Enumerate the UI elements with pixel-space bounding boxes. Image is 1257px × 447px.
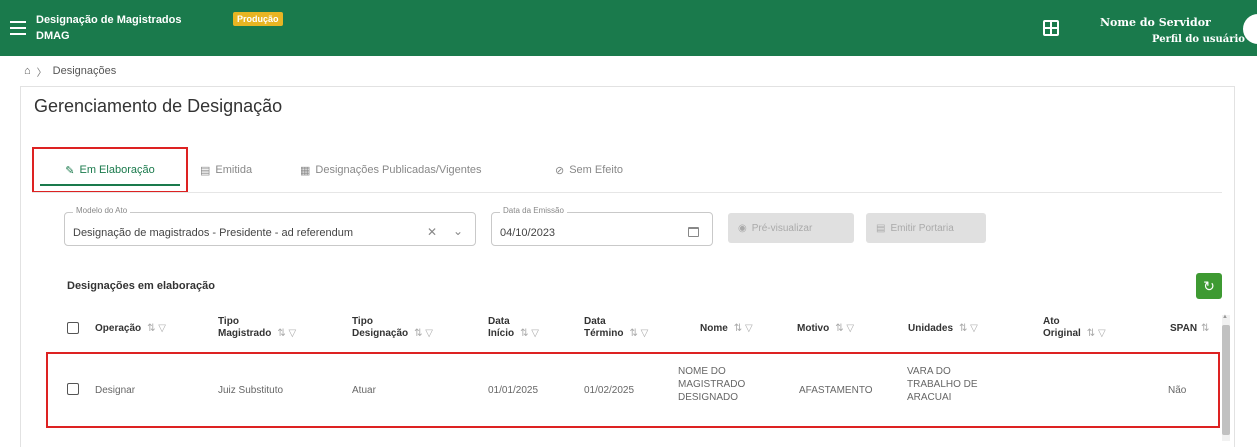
sort-icon[interactable]: ⇅ xyxy=(1201,323,1209,334)
modelo-ato-select[interactable]: Modelo do Ato Designação de magistrados … xyxy=(64,206,476,246)
column-header-data-inicio[interactable]: Data Início ⇅ ▽ xyxy=(488,316,539,340)
column-header-ato-original[interactable]: Ato Original ⇅ ▽ xyxy=(1043,316,1106,340)
tab-label: Em Elaboração xyxy=(79,164,155,176)
sort-filter-icon[interactable]: ⇅ ▽ xyxy=(1087,328,1106,339)
preview-button[interactable]: ◉ Pré-visualizar xyxy=(728,213,854,243)
header-label: Término xyxy=(584,328,624,339)
data-emissao-field[interactable]: Data da Emissão 04/10/2023 xyxy=(491,206,713,246)
cancel-circle-icon: ⊘ xyxy=(555,164,565,177)
home-icon[interactable]: ⌂ xyxy=(24,65,31,77)
calendar-icon: ▦ xyxy=(300,164,311,177)
app-subtitle: DMAG xyxy=(36,30,70,42)
column-header-nome[interactable]: Nome ⇅ ▽ xyxy=(700,323,753,335)
calendar-icon[interactable] xyxy=(688,227,699,237)
column-header-tipo-magistrado[interactable]: Tipo Magistrado ⇅ ▽ xyxy=(218,316,296,340)
tab-label: Emitida xyxy=(215,164,253,176)
header-label: Unidades xyxy=(908,323,954,334)
tabs-divider xyxy=(32,192,1222,193)
emit-portaria-button[interactable]: ▤ Emitir Portaria xyxy=(866,213,986,243)
header-label: Data xyxy=(584,316,606,327)
sort-filter-icon[interactable]: ⇅ ▽ xyxy=(629,328,648,339)
refresh-button[interactable]: ↻ xyxy=(1196,273,1222,299)
tab-em-elaboracao[interactable]: ✎ Em Elaboração xyxy=(40,152,180,188)
sort-filter-icon[interactable]: ⇅ ▽ xyxy=(147,323,166,334)
cell-tipo-designacao: Atuar xyxy=(352,385,376,396)
header-label: Tipo xyxy=(218,316,239,327)
cell-tipo-magistrado: Juiz Substituto xyxy=(218,385,284,396)
header-label: Magistrado xyxy=(218,328,272,339)
cell-motivo: AFASTAMENTO xyxy=(799,385,873,396)
breadcrumb-current[interactable]: Designações xyxy=(53,65,117,77)
header-label: Ato xyxy=(1043,316,1060,327)
field-label: Modelo do Ato xyxy=(73,206,131,215)
edit-user-icon: ✎ xyxy=(65,164,75,177)
header-label: Motivo xyxy=(797,323,830,334)
sort-filter-icon[interactable]: ⇅ ▽ xyxy=(277,328,296,339)
row-checkbox[interactable] xyxy=(67,383,79,395)
header-label: Tipo xyxy=(352,316,373,327)
breadcrumb: ⌂ 〉 Designações xyxy=(24,62,116,80)
sort-filter-icon[interactable]: ⇅ ▽ xyxy=(414,328,433,339)
clear-icon[interactable]: ✕ xyxy=(427,225,437,239)
field-value: Designação de magistrados - Presidente -… xyxy=(73,227,354,239)
scrollbar-thumb[interactable] xyxy=(1222,325,1230,435)
sort-filter-icon[interactable]: ⇅ ▽ xyxy=(959,323,978,334)
avatar[interactable] xyxy=(1243,14,1257,44)
sort-filter-icon[interactable]: ⇅ ▽ xyxy=(835,323,854,334)
user-name[interactable]: Nome do Servidor xyxy=(1100,16,1211,29)
header-label: SPAN xyxy=(1170,323,1198,334)
column-header-unidades[interactable]: Unidades ⇅ ▽ xyxy=(908,323,978,335)
select-all-checkbox[interactable] xyxy=(67,322,79,334)
chevron-down-icon[interactable]: ⌄ xyxy=(453,224,463,238)
column-header-motivo[interactable]: Motivo ⇅ ▽ xyxy=(797,323,854,335)
document-icon: ▤ xyxy=(876,222,886,234)
refresh-icon: ↻ xyxy=(1203,277,1215,294)
page-title: Gerenciamento de Designação xyxy=(34,96,283,116)
apps-grid-icon[interactable] xyxy=(1043,20,1059,36)
header-label: Operação xyxy=(95,323,142,334)
sort-filter-icon[interactable]: ⇅ ▽ xyxy=(520,328,539,339)
column-header-span[interactable]: SPAN ⇅ xyxy=(1170,323,1209,335)
tab-label: Designações Publicadas/Vigentes xyxy=(315,164,482,176)
environment-badge: Produção xyxy=(233,12,283,26)
header-label: Original xyxy=(1043,328,1081,339)
field-label: Data da Emissão xyxy=(500,206,567,215)
cell-nome: NOME DO MAGISTRADO DESIGNADO xyxy=(678,366,746,403)
field-value: 04/10/2023 xyxy=(500,227,556,239)
cell-unidades: VARA DO TRABALHO DE ARACUAI xyxy=(907,366,978,403)
breadcrumb-separator-icon: 〉 xyxy=(36,67,47,79)
header-label: Data xyxy=(488,316,510,327)
top-bar: Designação de Magistrados DMAG Produção … xyxy=(0,0,1257,56)
tab-label: Sem Efeito xyxy=(569,164,624,176)
sort-filter-icon[interactable]: ⇅ ▽ xyxy=(734,323,753,334)
column-header-data-termino[interactable]: Data Término ⇅ ▽ xyxy=(584,316,648,340)
cell-operacao: Designar xyxy=(95,385,136,396)
column-header-tipo-designacao[interactable]: Tipo Designação ⇅ ▽ xyxy=(352,316,433,340)
menu-icon[interactable] xyxy=(10,21,26,35)
table-title: Designações em elaboração xyxy=(67,280,215,292)
active-tab-indicator xyxy=(40,184,180,186)
cell-data-inicio: 01/01/2025 xyxy=(488,385,539,396)
user-profile[interactable]: Perfil do usuário xyxy=(1152,34,1245,45)
header-label: Designação xyxy=(352,328,409,339)
tab-publicadas-vigentes[interactable]: ▦ Designações Publicadas/Vigentes xyxy=(300,152,482,188)
cell-data-termino: 01/02/2025 xyxy=(584,385,635,396)
tab-sem-efeito[interactable]: ⊘ Sem Efeito xyxy=(555,152,623,188)
header-label: Nome xyxy=(700,323,728,334)
cell-span: Não xyxy=(1168,385,1187,396)
button-label: Emitir Portaria xyxy=(890,222,954,234)
button-label: Pré-visualizar xyxy=(751,222,813,234)
header-label: Início xyxy=(488,328,515,339)
document-icon: ▤ xyxy=(200,164,211,177)
scroll-up-icon[interactable]: ▲ xyxy=(1222,314,1228,320)
app-title: Designação de Magistrados xyxy=(36,14,182,26)
column-header-operacao[interactable]: Operação ⇅ ▽ xyxy=(95,323,166,335)
eye-icon: ◉ xyxy=(738,222,747,234)
tab-emitida[interactable]: ▤ Emitida xyxy=(200,152,252,188)
